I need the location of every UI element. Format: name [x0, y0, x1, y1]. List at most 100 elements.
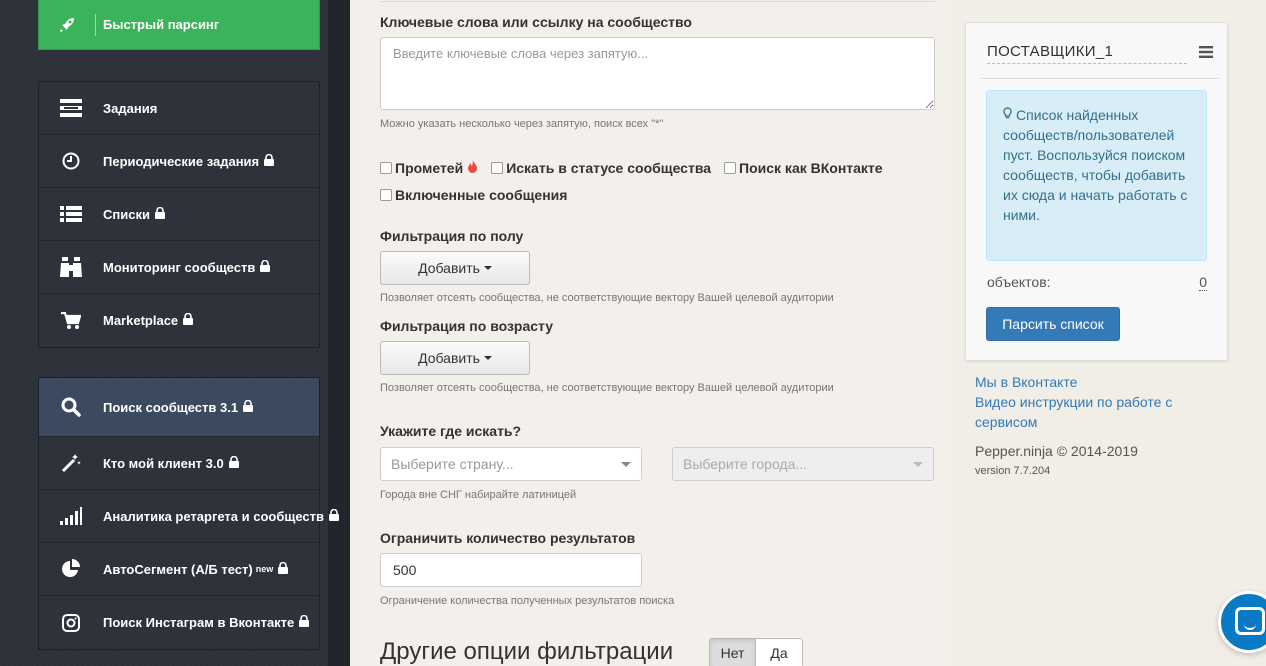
- clock-icon: [39, 152, 103, 170]
- sidebar-group-main: Задания Периодические задания Списки Мон…: [38, 81, 320, 348]
- lock-icon: [329, 508, 340, 524]
- signal-bars-icon: [39, 507, 103, 525]
- sidebar-item-label: Кто мой клиент 3.0: [103, 455, 224, 471]
- new-badge: new: [255, 564, 274, 574]
- sidebar-item-lists[interactable]: Списки: [39, 188, 319, 241]
- hamburger-menu-icon[interactable]: [1199, 45, 1213, 63]
- checkbox-box[interactable]: [380, 189, 392, 201]
- limit-input[interactable]: 500: [380, 553, 642, 587]
- suppliers-panel: ПОСТАВЩИКИ_1 Список найденных сообществ/…: [965, 22, 1228, 361]
- chat-button[interactable]: [1218, 591, 1266, 653]
- divider: [380, 1, 935, 2]
- sidebar-item-label: Поиск сообществ 3.1: [103, 399, 239, 415]
- video-instructions-link[interactable]: Видео инструкции по работе с сервисом: [975, 392, 1215, 432]
- keywords-input[interactable]: [380, 37, 935, 110]
- footer-links: Мы в Вконтакте Видео инструкции по работ…: [975, 372, 1215, 432]
- checkbox-row-2: Включенные сообщения: [380, 187, 575, 203]
- sidebar-edge: [328, 0, 350, 666]
- sidebar-item-community-search[interactable]: Поиск сообществ 3.1: [39, 378, 319, 437]
- lock-icon: [154, 206, 165, 222]
- fire-icon: [467, 160, 478, 176]
- checkbox-box[interactable]: [380, 162, 392, 174]
- vk-link[interactable]: Мы в Вконтакте: [975, 372, 1215, 392]
- sidebar-item-label: Списки: [103, 206, 150, 222]
- checkbox-status[interactable]: Искать в статусе сообщества: [491, 160, 711, 176]
- sidebar-item-label: Поиск Инстаграм в Вконтакте: [103, 615, 295, 630]
- caret-down-icon: [483, 356, 492, 360]
- city-placeholder: Выберите города...: [683, 456, 808, 472]
- sidebar-item-who-is-client[interactable]: Кто мой клиент 3.0: [39, 437, 319, 490]
- quick-parse-label: Быстрый парсинг: [103, 17, 220, 32]
- divider: [981, 78, 1219, 79]
- lightbulb-icon: [1003, 105, 1012, 125]
- where-label: Укажите где искать?: [380, 423, 522, 439]
- chat-icon: [1235, 607, 1265, 635]
- city-select[interactable]: Выберите города...: [672, 447, 934, 481]
- sidebar-item-label: Периодические задания: [103, 153, 260, 169]
- country-select[interactable]: Выберите страну...: [380, 447, 642, 481]
- lock-icon: [183, 312, 194, 328]
- binoculars-icon: [39, 257, 103, 277]
- alert-text: Список найденных сообществ/пользователей…: [1003, 107, 1188, 223]
- sidebar-item-marketplace[interactable]: Marketplace: [39, 294, 319, 347]
- checkbox-vk-search[interactable]: Поиск как ВКонтакте: [724, 160, 883, 176]
- add-button-label: Добавить: [418, 260, 480, 276]
- search-icon: [39, 397, 103, 417]
- checkbox-prometheus[interactable]: Прометей: [380, 160, 478, 176]
- empty-list-alert: Список найденных сообществ/пользователей…: [986, 90, 1207, 261]
- checkbox-box[interactable]: [491, 162, 504, 174]
- instagram-icon: [39, 613, 103, 632]
- separator: [95, 13, 96, 36]
- where-help: Города вне СНГ набирайте латиницей: [380, 489, 577, 501]
- toggle-yes[interactable]: Да: [756, 639, 802, 666]
- sidebar-item-label: Marketplace: [103, 313, 179, 328]
- rocket-icon: [39, 15, 95, 35]
- lock-icon: [278, 561, 289, 577]
- checkbox-label: Включенные сообщения: [395, 187, 568, 203]
- gender-filter-label: Фильтрация по полу: [380, 228, 524, 244]
- limit-value: 500: [393, 562, 417, 578]
- sidebar-item-autosegment[interactable]: АвтоСегмент (А/Б тест) new: [39, 543, 319, 596]
- objects-label: объектов:: [987, 274, 1051, 290]
- checkbox-row-1: Прометей Искать в статусе сообщества Пои…: [380, 160, 891, 176]
- limit-help: Ограничение количества полученных резуль…: [380, 595, 675, 607]
- sidebar-item-instagram[interactable]: Поиск Инстаграм в Вконтакте: [39, 596, 319, 649]
- gender-add-button[interactable]: Добавить: [380, 251, 530, 285]
- toggle-no[interactable]: Нет: [710, 639, 756, 666]
- age-help: Позволяет отсеять сообщества, не соответ…: [380, 382, 834, 394]
- version: version 7.7.204: [975, 465, 1051, 477]
- checkbox-box[interactable]: [724, 162, 737, 174]
- keywords-help: Можно указать несколько через запятую, п…: [380, 118, 664, 130]
- sidebar-item-tasks[interactable]: Задания: [39, 82, 319, 135]
- sidebar-item-retarget-analytics[interactable]: Аналитика ретаргета и сообществ: [39, 490, 340, 543]
- lock-icon: [243, 399, 254, 415]
- lock-icon: [299, 614, 310, 630]
- sidebar-group-tools: Поиск сообществ 3.1 Кто мой клиент 3.0 А…: [38, 377, 340, 650]
- age-add-button[interactable]: Добавить: [380, 341, 530, 375]
- quick-parse-button[interactable]: Быстрый парсинг: [38, 0, 320, 50]
- sidebar-item-periodic[interactable]: Периодические задания: [39, 135, 319, 188]
- gender-help: Позволяет отсеять сообщества, не соответ…: [380, 292, 834, 304]
- parse-list-button[interactable]: Парсить список: [986, 307, 1120, 341]
- sidebar-item-label: Мониторинг сообществ: [103, 259, 256, 275]
- sidebar: Быстрый парсинг Задания Периодические за…: [0, 0, 350, 666]
- lock-icon: [264, 153, 275, 169]
- panel-title[interactable]: ПОСТАВЩИКИ_1: [987, 43, 1113, 60]
- cart-icon: [39, 311, 103, 330]
- pie-chart-icon: [39, 559, 103, 579]
- sidebar-item-label: Задания: [103, 100, 158, 116]
- list-icon: [39, 206, 103, 222]
- country-placeholder: Выберите страну...: [391, 456, 514, 472]
- sidebar-item-label: Аналитика ретаргета и сообществ: [103, 508, 325, 524]
- checkbox-messages[interactable]: Включенные сообщения: [380, 187, 567, 203]
- keywords-label: Ключевые слова или ссылку на сообщество: [380, 14, 692, 30]
- lock-icon: [260, 259, 271, 275]
- sidebar-item-label: АвтоСегмент (А/Б тест): [103, 561, 253, 577]
- sidebar-item-monitoring[interactable]: Мониторинг сообществ: [39, 241, 319, 294]
- lock-icon: [228, 455, 239, 471]
- caret-down-icon: [621, 461, 631, 467]
- age-filter-label: Фильтрация по возрасту: [380, 318, 554, 334]
- objects-count: 0: [1199, 274, 1207, 291]
- checkbox-label: Поиск как ВКонтакте: [739, 160, 883, 176]
- caret-down-icon: [913, 461, 923, 467]
